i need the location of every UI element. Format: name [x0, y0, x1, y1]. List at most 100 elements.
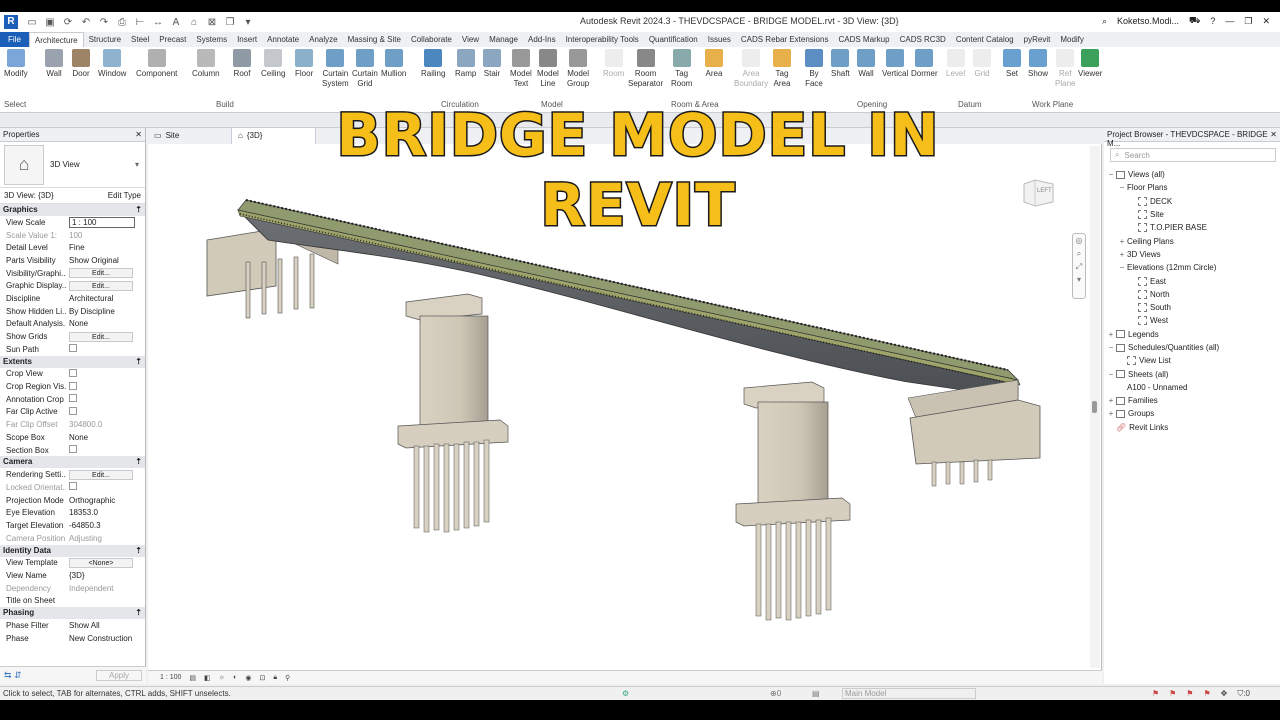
close-icon[interactable]: ✕: [1262, 16, 1270, 27]
browser-node[interactable]: T.O.PIER BASE: [1104, 221, 1280, 234]
maximize-icon[interactable]: ❐: [1244, 16, 1252, 27]
tab-quantification[interactable]: Quantification: [644, 32, 703, 47]
door-button[interactable]: Door: [72, 49, 90, 79]
tab-site[interactable]: ▭ Site: [148, 128, 232, 144]
property-checkbox[interactable]: [66, 381, 145, 392]
sun-path-icon[interactable]: ☼: [219, 674, 225, 681]
navigation-bar[interactable]: ◎ ⌕ ⤢ ▾: [1072, 233, 1086, 299]
browser-node[interactable]: − Schedules/Quantities (all): [1104, 341, 1280, 354]
section-graphics[interactable]: Graphics ⇡: [0, 204, 145, 216]
search-icon[interactable]: ⌕: [1102, 16, 1107, 27]
section-phasing[interactable]: Phasing ⇡: [0, 607, 145, 620]
property-checkbox[interactable]: [66, 368, 145, 379]
area-boundary-button[interactable]: Area Boundary: [734, 49, 768, 89]
property-value[interactable]: Independent: [66, 584, 145, 593]
model-group-button[interactable]: Model Group: [567, 49, 589, 89]
expand-icon[interactable]: +: [1106, 409, 1116, 418]
edit-button[interactable]: Edit...: [69, 331, 133, 342]
curtain-grid-button[interactable]: Curtain Grid: [352, 49, 378, 89]
help-link-icon[interactable]: ⇆ ⇵: [4, 670, 22, 681]
property-checkbox[interactable]: [66, 482, 145, 492]
help-icon[interactable]: ?: [1210, 16, 1215, 26]
property-checkbox[interactable]: [66, 394, 145, 404]
browser-node[interactable]: +3D Views: [1104, 248, 1280, 261]
redo-icon[interactable]: ↷: [98, 17, 110, 28]
revit-logo[interactable]: R: [4, 15, 18, 29]
edit-button[interactable]: Edit...: [69, 280, 133, 291]
property-value[interactable]: None: [66, 433, 145, 442]
undo-icon[interactable]: ↶: [80, 17, 92, 28]
tab-structure[interactable]: Structure: [84, 32, 126, 47]
browser-node[interactable]: + Groups: [1104, 407, 1280, 420]
sync-icon[interactable]: ⟳: [62, 17, 74, 28]
property-checkbox[interactable]: [66, 406, 145, 417]
save-icon[interactable]: ▣: [44, 17, 56, 28]
visual-style-icon[interactable]: ◧: [204, 674, 211, 682]
vertical-scrollbar[interactable]: [1090, 146, 1100, 668]
by-face-button[interactable]: By Face: [805, 49, 823, 89]
tab-modify[interactable]: Modify: [1055, 32, 1089, 47]
model-text-button[interactable]: Model Text: [510, 49, 532, 89]
home-icon[interactable]: ⌂: [188, 17, 200, 28]
property-value[interactable]: {3D}: [66, 571, 145, 580]
zoom-fit-icon[interactable]: ⤢: [1073, 260, 1085, 273]
property-edit-button[interactable]: <None>: [66, 557, 145, 568]
view-scale-input[interactable]: 1 : 100: [69, 216, 135, 228]
area-button[interactable]: Area: [705, 49, 723, 79]
level-button[interactable]: Level: [946, 49, 965, 79]
grid-button[interactable]: Grid: [973, 49, 991, 79]
tab-collaborate[interactable]: Collaborate: [406, 32, 457, 47]
customize-icon[interactable]: ▾: [242, 17, 254, 28]
property-edit-button[interactable]: Edit...: [66, 280, 145, 291]
tab-architecture[interactable]: Architecture: [28, 32, 84, 47]
property-edit-button[interactable]: Edit...: [66, 331, 145, 342]
tab-interoperability-tools[interactable]: Interoperability Tools: [561, 32, 644, 47]
tab-cads-rc3d[interactable]: CADS RC3D: [895, 32, 951, 47]
property-value[interactable]: 304800.0: [66, 420, 145, 429]
checkbox[interactable]: [69, 445, 77, 454]
checkbox[interactable]: [69, 381, 77, 390]
window-button[interactable]: Window: [98, 49, 126, 79]
stair-button[interactable]: Stair: [483, 49, 501, 79]
drawing-area[interactable]: ▭ Site ⌂ {3D} BRIDGE MODEL IN REVIT LEFT…: [148, 100, 1102, 684]
property-value[interactable]: New Construction: [66, 634, 145, 643]
mullion-button[interactable]: Mullion: [381, 49, 406, 79]
drag-elements-icon[interactable]: ✥: [1221, 689, 1228, 699]
property-value[interactable]: 100: [66, 231, 145, 240]
tab-massing-site[interactable]: Massing & Site: [343, 32, 406, 47]
tab-add-ins[interactable]: Add-Ins: [523, 32, 561, 47]
browser-node[interactable]: − Views (all): [1104, 168, 1280, 181]
room-button[interactable]: Room: [603, 49, 624, 79]
vertical-button[interactable]: Vertical: [882, 49, 908, 79]
tab-pyrevit[interactable]: pyRevit: [1019, 32, 1056, 47]
tab-precast[interactable]: Precast: [154, 32, 191, 47]
wall-button[interactable]: Wall: [857, 49, 875, 79]
lock-view-icon[interactable]: 🔒︎: [273, 674, 277, 682]
shaft-button[interactable]: Shaft: [831, 49, 850, 79]
property-edit-button[interactable]: Edit...: [66, 469, 145, 480]
modify-button[interactable]: Modify: [4, 49, 28, 79]
cart-icon[interactable]: ⛟: [1189, 15, 1200, 27]
filter-icon[interactable]: ⛉:0: [1237, 689, 1250, 699]
collapse-icon[interactable]: −: [1106, 170, 1116, 179]
property-value[interactable]: Architectural: [66, 294, 145, 303]
ref-plane-button[interactable]: Ref Plane: [1055, 49, 1075, 89]
property-value[interactable]: Show All: [66, 621, 145, 630]
close-icon[interactable]: ✕: [1270, 130, 1277, 139]
close-icon[interactable]: ✕: [135, 130, 142, 139]
select-underlay-icon[interactable]: ⚑: [1169, 689, 1176, 699]
editing-icon[interactable]: ⊕0: [770, 689, 781, 698]
model-line-button[interactable]: Model Line: [537, 49, 559, 89]
component-button[interactable]: Component: [136, 49, 177, 79]
browser-node[interactable]: 🔗︎ Revit Links: [1104, 421, 1280, 434]
apply-button[interactable]: Apply: [95, 670, 142, 681]
collapse-icon[interactable]: −: [1106, 370, 1116, 379]
browser-node[interactable]: South: [1104, 301, 1280, 314]
property-value[interactable]: None: [66, 319, 145, 328]
hide-isolate-icon[interactable]: ⚲: [285, 674, 290, 682]
zoom-icon[interactable]: ⌕: [1073, 247, 1085, 260]
browser-node[interactable]: North: [1104, 288, 1280, 301]
user-name[interactable]: Koketso.Modi...: [1117, 16, 1179, 26]
active-model-select[interactable]: Main Model: [842, 688, 976, 699]
ceiling-button[interactable]: Ceiling: [261, 49, 285, 79]
